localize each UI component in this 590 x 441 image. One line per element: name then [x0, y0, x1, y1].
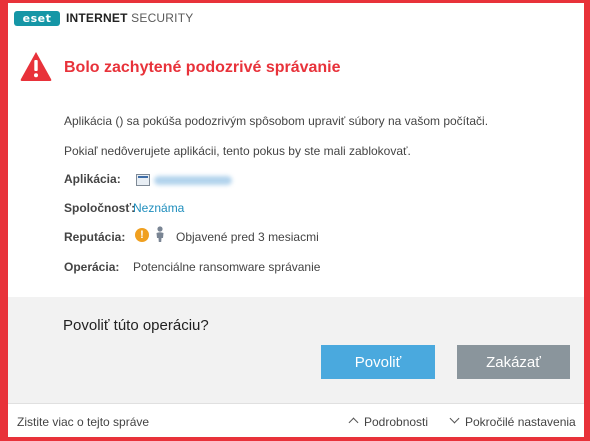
reputation-label: Reputácia: — [64, 230, 126, 244]
advanced-settings-toggle[interactable]: Pokročilé nastavenia — [465, 414, 576, 430]
action-question: Povoliť túto operáciu? — [63, 317, 209, 334]
application-name-redacted[interactable] — [154, 176, 232, 185]
application-window-icon — [136, 174, 150, 186]
chevron-down-icon[interactable] — [449, 413, 460, 424]
message-line-2: Pokiaľ nedôverujete aplikácii, tento pok… — [64, 144, 411, 158]
bottom-bar: Zistite viac o tejto správe Podrobnosti … — [8, 403, 584, 437]
alert-window: eset INTERNET SECURITY Bolo zachytené po… — [8, 3, 584, 437]
allow-button[interactable]: Povoliť — [321, 345, 435, 379]
learn-more-link[interactable]: Zistite viac o tejto správe — [17, 414, 149, 430]
application-label: Aplikácia: — [64, 172, 121, 186]
eset-logo: eset — [14, 11, 60, 26]
operation-value: Potenciálne ransomware správanie — [133, 260, 321, 274]
operation-label: Operácia: — [64, 260, 120, 274]
product-name: INTERNET SECURITY — [66, 11, 193, 26]
details-toggle[interactable]: Podrobnosti — [364, 414, 428, 430]
alert-window-frame: eset INTERNET SECURITY Bolo zachytené po… — [0, 0, 590, 441]
user-count-icon — [156, 226, 164, 242]
product-name-prefix: INTERNET — [66, 11, 128, 25]
alert-header: Bolo zachytené podozrivé správanie — [8, 37, 584, 95]
deny-button[interactable]: Zakázať — [457, 345, 570, 379]
company-label: Spoločnosť: — [64, 201, 136, 215]
action-area: Povoliť túto operáciu? Povoliť Zakázať — [8, 297, 584, 403]
chevron-up-icon[interactable] — [348, 417, 359, 428]
reputation-value: Objavené pred 3 mesiacmi — [176, 230, 319, 244]
alert-title: Bolo zachytené podozrivé správanie — [64, 59, 341, 76]
title-bar: eset INTERNET SECURITY — [8, 3, 584, 37]
message-line-1: Aplikácia () sa pokúša podozrivým spôsob… — [64, 114, 489, 128]
product-name-suffix: SECURITY — [131, 11, 194, 25]
company-value-link[interactable]: Neznáma — [133, 200, 184, 216]
alert-body: Aplikácia () sa pokúša podozrivým spôsob… — [8, 95, 584, 297]
reputation-warning-icon: ! — [135, 228, 149, 242]
warning-triangle-icon — [20, 52, 52, 81]
